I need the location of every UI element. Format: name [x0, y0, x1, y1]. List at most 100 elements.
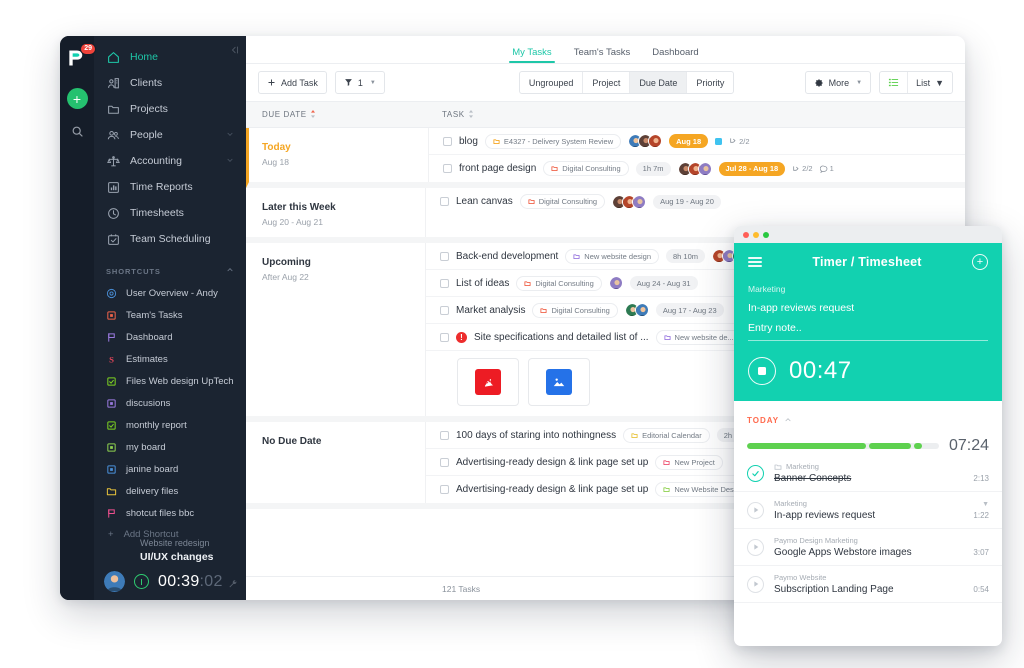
avatar[interactable] [104, 571, 125, 592]
assignee-avatars[interactable] [608, 276, 623, 290]
due-date-badge: Aug 19 - Aug 20 [653, 194, 721, 209]
shortcut-item[interactable]: my board [94, 436, 246, 458]
chevron-down-icon[interactable] [226, 155, 234, 167]
search-icon[interactable] [71, 125, 84, 143]
sidebar-item-label: Time Reports [130, 181, 193, 193]
project-chip[interactable]: Digital Consulting [519, 194, 606, 209]
group-by-project[interactable]: Project [583, 72, 631, 93]
maximize-icon[interactable] [763, 231, 769, 238]
sidebar-item-people[interactable]: People [94, 122, 246, 148]
sidebar-item-home[interactable]: Home [94, 44, 246, 70]
tab-team-s-tasks[interactable]: Team's Tasks [574, 47, 631, 63]
project-chip[interactable]: New website de... [655, 329, 742, 345]
shortcut-item[interactable]: shotcut files bbc [94, 502, 246, 524]
view-mode-dropdown[interactable]: List ▼ [907, 72, 952, 93]
shortcut-item[interactable]: discusions [94, 392, 246, 414]
sidebar-item-clients[interactable]: Clients [94, 70, 246, 96]
sidebar-item-time-reports[interactable]: Time Reports [94, 174, 246, 200]
assignee-avatars[interactable] [612, 194, 647, 209]
sidebar-item-projects[interactable]: Projects [94, 96, 246, 122]
sidebar-item-accounting[interactable]: Accounting [94, 148, 246, 174]
chevron-down-icon[interactable]: ▼ [982, 501, 989, 508]
task-checkbox[interactable] [440, 430, 449, 440]
footer-timer-seconds: :02 [199, 572, 223, 590]
shortcut-item[interactable]: delivery files [94, 480, 246, 502]
project-chip-label: Editorial Calendar [642, 430, 702, 440]
menu-icon[interactable] [748, 256, 762, 268]
project-chip[interactable]: New Project [655, 454, 723, 470]
add-task-button[interactable]: Add Task [258, 71, 327, 94]
task-checkbox[interactable] [440, 278, 449, 288]
add-entry-button[interactable]: + [972, 254, 988, 270]
shortcuts-section-header[interactable]: SHORTCUTS [94, 252, 246, 282]
task-checkbox[interactable] [440, 485, 449, 494]
sidebar-item-team-scheduling[interactable]: Team Scheduling [94, 226, 246, 252]
project-chip[interactable]: E4327 - Delivery System Review [484, 133, 622, 149]
task-name: Market analysis [456, 304, 526, 316]
tab-dashboard[interactable]: Dashboard [652, 47, 698, 63]
timesheet-entry[interactable]: Paymo Website Subscription Landing Page 0… [734, 566, 1002, 603]
svg-text:S: S [109, 354, 114, 364]
shortcut-item[interactable]: Dashboard [94, 326, 246, 348]
entry-play-button[interactable] [747, 575, 764, 593]
shortcut-item[interactable]: Team's Tasks [94, 304, 246, 326]
project-chip[interactable]: Digital Consulting [532, 302, 618, 318]
more-button[interactable]: More ▼ [804, 71, 872, 94]
pdf-file-icon: A [475, 369, 501, 395]
app-logo[interactable]: 29 [66, 43, 96, 70]
entry-note-input[interactable]: Entry note.. [748, 322, 988, 341]
attachment-card[interactable] [528, 358, 590, 406]
entry-play-button[interactable] [747, 501, 764, 519]
task-row[interactable]: front page design Digital Consulting 1h 7m… [429, 155, 965, 182]
task-checkbox[interactable] [440, 251, 449, 261]
timesheet-entry[interactable]: Marketing In-app reviews request ▼ 1:22 [734, 492, 1002, 529]
task-checkbox[interactable] [443, 164, 452, 173]
sidebar-item-timesheets[interactable]: Timesheets [94, 200, 246, 226]
scales-icon [106, 154, 120, 168]
settings-wrench-icon[interactable] [228, 576, 238, 594]
entry-play-button[interactable] [747, 538, 764, 556]
project-chip[interactable]: New website design [565, 248, 659, 264]
list-view-icon-button[interactable] [880, 72, 907, 93]
project-chip-label: Digital Consulting [535, 278, 594, 288]
shortcut-item[interactable]: Files Web design UpTech [94, 370, 246, 392]
group-by-due-date[interactable]: Due Date [630, 72, 688, 93]
column-task[interactable]: TASK [426, 109, 474, 120]
group-by-priority[interactable]: Priority [687, 72, 733, 93]
task-checkbox[interactable] [440, 305, 449, 315]
project-chip[interactable]: Digital Consulting [543, 161, 629, 176]
shortcut-item[interactable]: monthly report [94, 414, 246, 436]
assignee-avatars[interactable] [624, 303, 649, 317]
attachment-card[interactable]: A [457, 358, 519, 406]
task-checkbox[interactable] [440, 197, 449, 206]
project-chip[interactable]: Digital Consulting [516, 275, 602, 291]
minimize-icon[interactable] [753, 231, 759, 238]
stop-timer-button[interactable] [134, 574, 149, 589]
task-checkbox[interactable] [440, 332, 449, 342]
today-section-header[interactable]: TODAY [734, 401, 1002, 433]
filter-button[interactable]: 1 ▼ [334, 71, 385, 94]
group-by-ungrouped[interactable]: Ungrouped [520, 72, 584, 93]
shortcut-item[interactable]: S Estimates [94, 348, 246, 370]
progress-segment [869, 443, 912, 449]
timesheet-entry[interactable]: Paymo Design Marketing Google Apps Websto… [734, 529, 1002, 566]
task-checkbox[interactable] [440, 457, 449, 467]
entry-done-button[interactable] [747, 464, 764, 482]
add-new-button[interactable]: + [66, 88, 88, 109]
task-row[interactable]: Lean canvas Digital Consulting Aug 19 - Au… [426, 188, 965, 215]
shortcut-item[interactable]: janine board [94, 458, 246, 480]
shortcut-item[interactable]: User Overview - Andy [94, 282, 246, 304]
assignee-avatars[interactable] [628, 134, 663, 148]
close-icon[interactable] [743, 231, 749, 238]
task-row[interactable]: blog E4327 - Delivery System Review Aug 18… [429, 128, 965, 155]
chevron-down-icon[interactable] [226, 129, 234, 141]
column-due-date[interactable]: DUE DATE [246, 109, 426, 120]
project-chip[interactable]: Editorial Calendar [623, 427, 710, 443]
task-checkbox[interactable] [443, 136, 452, 146]
assignee-avatars[interactable] [677, 161, 712, 176]
entry-project-label: Marketing [774, 499, 807, 508]
timesheet-entry[interactable]: Marketing Banner Concepts 2:13 [734, 455, 1002, 492]
stop-button[interactable] [748, 357, 776, 385]
check-icon [752, 470, 759, 476]
tab-my-tasks[interactable]: My Tasks [509, 47, 556, 63]
